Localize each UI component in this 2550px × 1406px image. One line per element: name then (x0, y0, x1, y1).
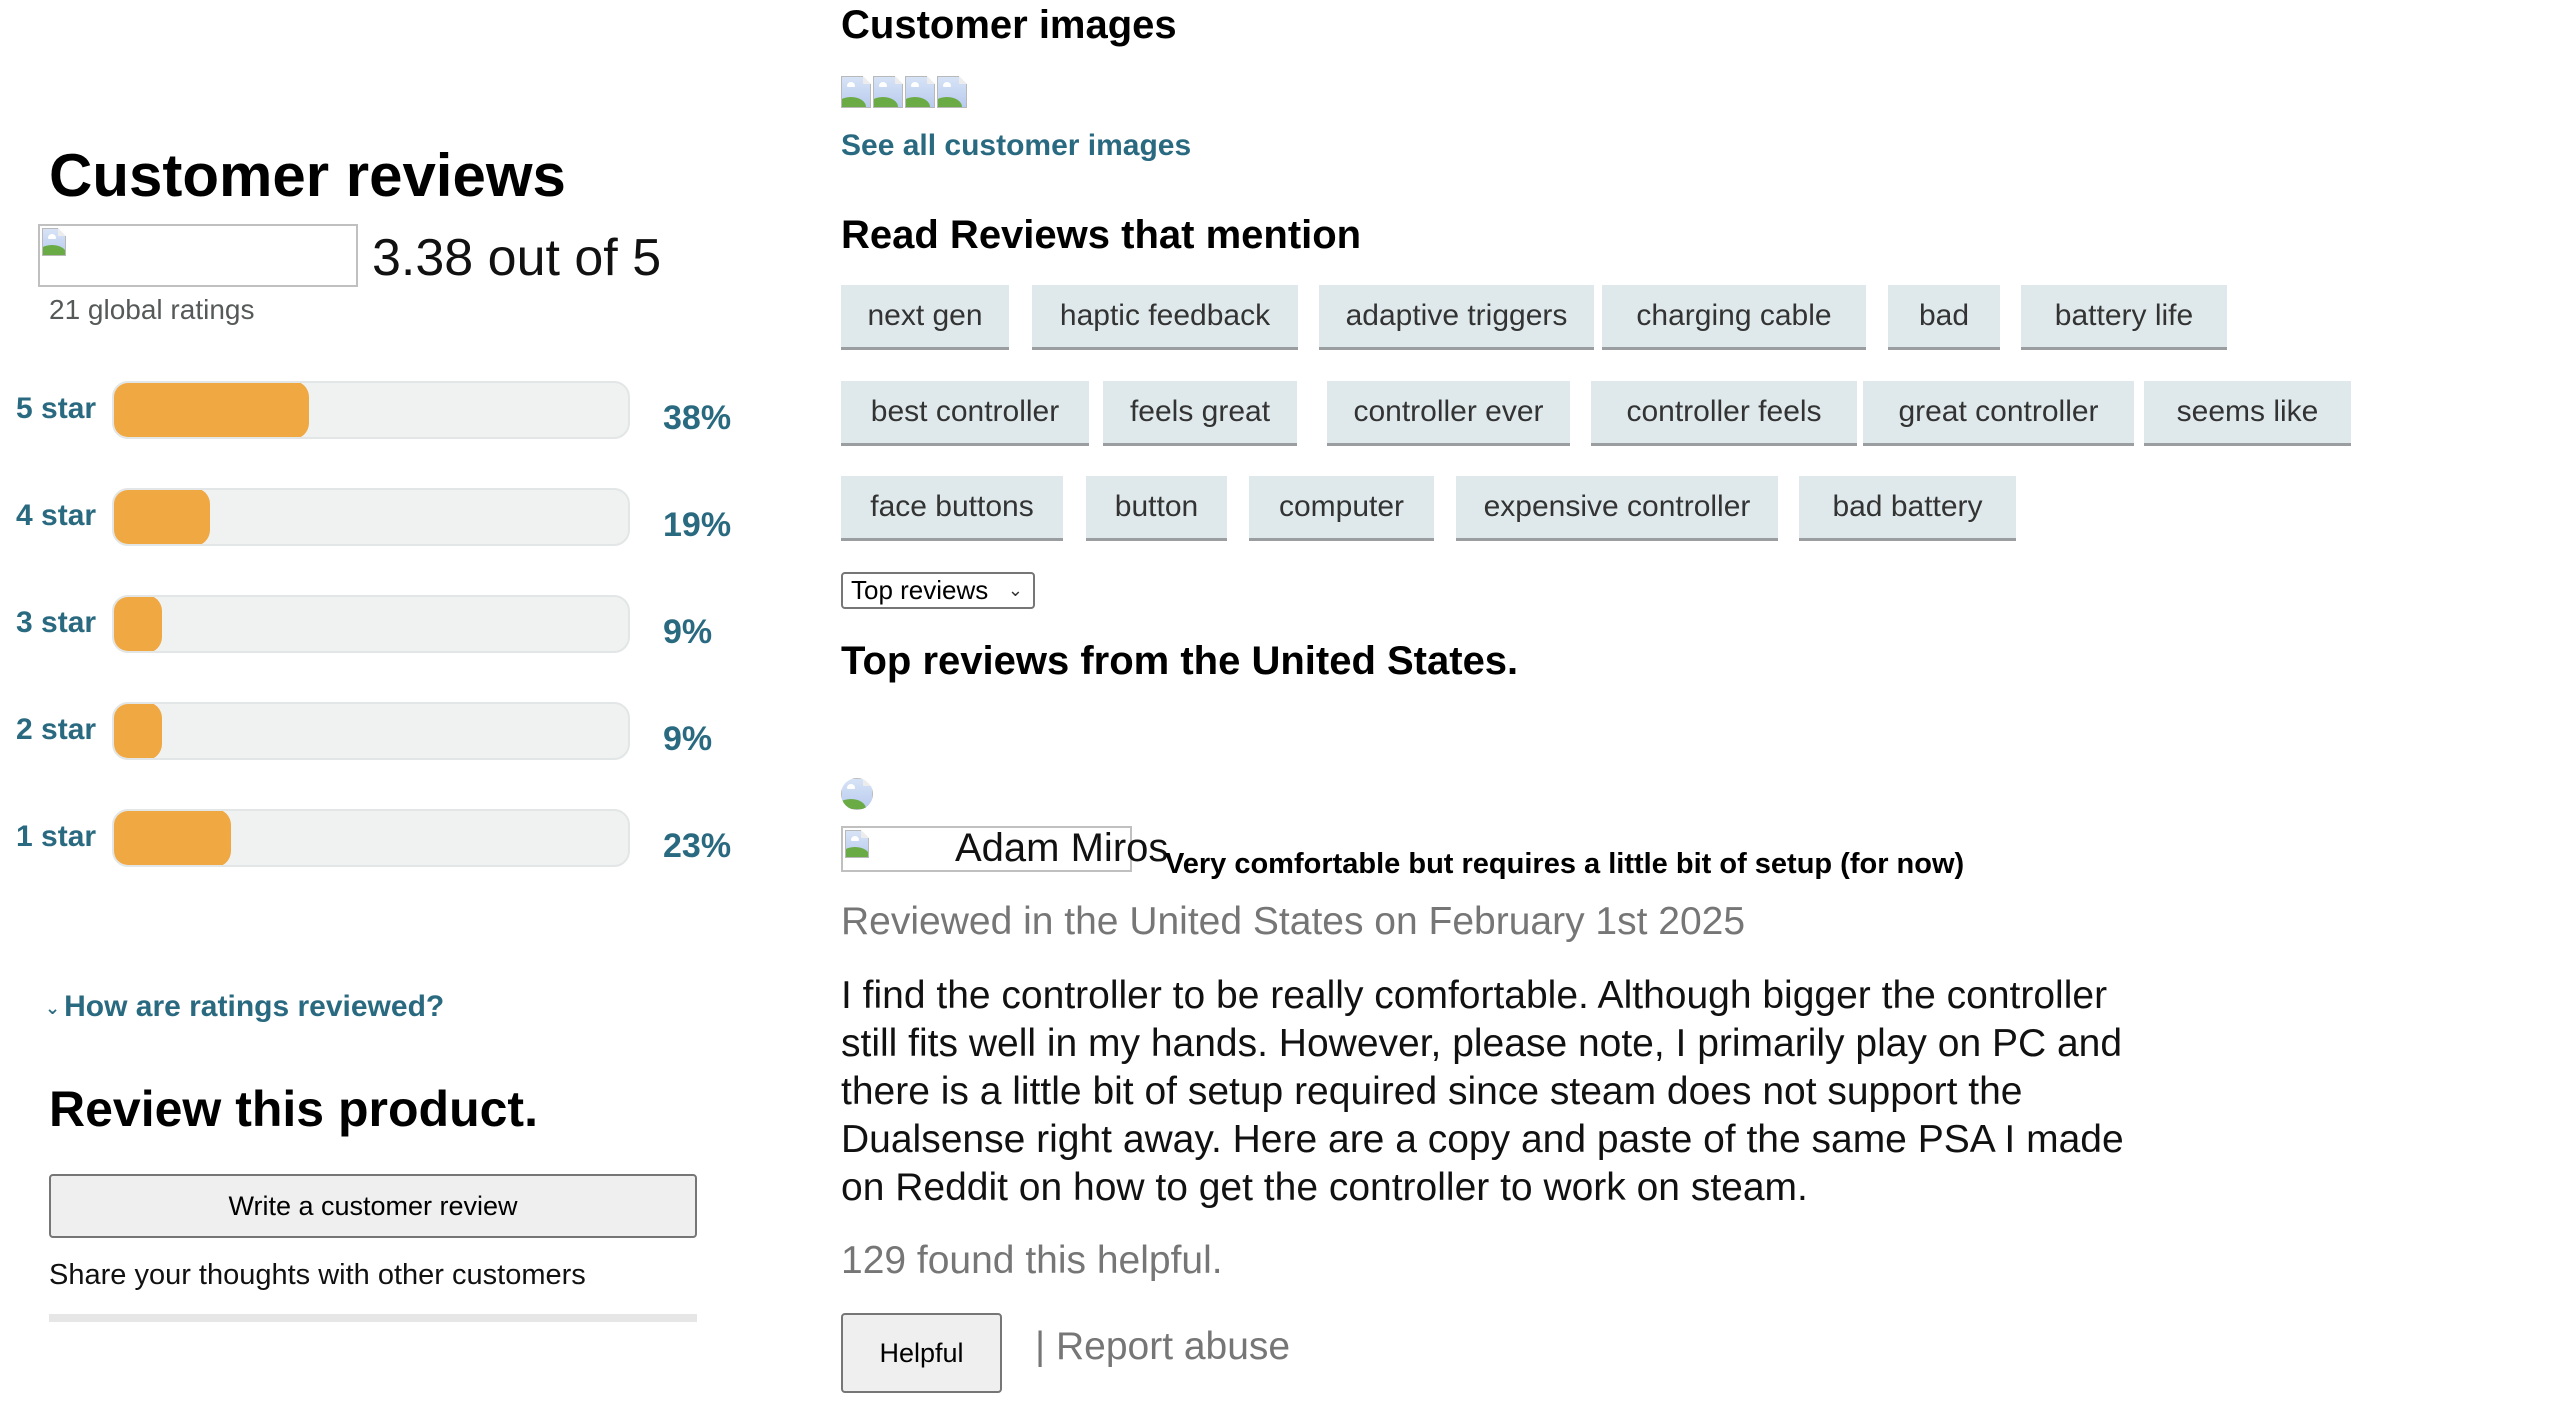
report-abuse-link[interactable]: | Report abuse (1035, 1323, 1290, 1371)
reviewer-name[interactable]: Adam Miros (955, 824, 1168, 872)
mention-tag[interactable]: controller ever (1327, 381, 1570, 446)
review-product-title: Review this product. (49, 1081, 538, 1137)
review-date: Reviewed in the United States on Februar… (841, 900, 1746, 943)
helpful-button[interactable]: Helpful (841, 1313, 1002, 1393)
mention-tag[interactable]: bad battery (1799, 476, 2016, 541)
rating-bar-fill (114, 704, 162, 758)
divider (49, 1314, 697, 1322)
mention-tag[interactable]: computer (1249, 476, 1434, 541)
how-ratings-reviewed-label: How are ratings reviewed? (64, 990, 445, 1023)
customer-image-thumbnail[interactable] (905, 76, 937, 108)
rating-bar-fill (114, 811, 232, 865)
mention-tag[interactable]: controller feels (1591, 381, 1857, 446)
top-reviews-us-title: Top reviews from the United States. (841, 639, 1519, 683)
write-review-button[interactable]: Write a customer review (49, 1174, 697, 1238)
customer-image-thumbnail[interactable] (937, 76, 969, 108)
rating-bar-fill (114, 490, 211, 544)
star-rating-image (38, 224, 358, 287)
review-body: I find the controller to be really comfo… (841, 974, 2124, 1209)
rating-bar-track[interactable] (112, 809, 630, 867)
customer-images-title: Customer images (841, 3, 1177, 47)
broken-image-icon (841, 778, 873, 810)
global-ratings-count: 21 global ratings (49, 294, 255, 325)
reviewer-avatar (841, 778, 873, 810)
mention-tag[interactable]: expensive controller (1456, 476, 1778, 541)
rating-percent[interactable]: 19% (663, 505, 731, 545)
customer-reviews-title: Customer reviews (49, 142, 566, 209)
star-label[interactable]: 2 star (16, 712, 96, 748)
share-thoughts-text: Share your thoughts with other customers (49, 1259, 586, 1291)
mention-tag[interactable]: battery life (2021, 285, 2227, 350)
mention-tag[interactable]: best controller (841, 381, 1089, 446)
mention-tag[interactable]: haptic feedback (1032, 285, 1298, 350)
customer-image-thumbnail[interactable] (841, 76, 873, 108)
broken-image-icon (845, 830, 871, 860)
mention-tag[interactable]: next gen (841, 285, 1009, 350)
sort-selected-value: Top reviews (851, 575, 989, 605)
rating-row[interactable]: 1 star 23% (0, 809, 760, 871)
mention-tag[interactable]: adaptive triggers (1319, 285, 1594, 350)
rating-row[interactable]: 2 star 9% (0, 702, 760, 764)
customer-image-thumbnails (841, 76, 969, 108)
chevron-down-icon: ⌄ (1007, 580, 1023, 600)
rating-row[interactable]: 5 star 38% (0, 381, 760, 443)
star-label[interactable]: 1 star (16, 819, 96, 855)
how-ratings-reviewed-link[interactable]: ⌄ How are ratings reviewed? (45, 989, 444, 1026)
see-all-customer-images-link[interactable]: See all customer images (841, 128, 1191, 164)
rating-bar-track[interactable] (112, 595, 630, 653)
rating-percent[interactable]: 38% (663, 398, 731, 438)
star-label[interactable]: 3 star (16, 605, 96, 641)
customer-image-thumbnail[interactable] (873, 76, 905, 108)
rating-bar-fill (114, 383, 309, 437)
mention-tag[interactable]: bad (1888, 285, 2000, 350)
rating-row[interactable]: 4 star 19% (0, 488, 760, 550)
mention-tag[interactable]: great controller (1863, 381, 2134, 446)
chevron-down-icon: ⌄ (45, 998, 61, 1019)
mention-tag[interactable]: face buttons (841, 476, 1063, 541)
rating-bar-track[interactable] (112, 488, 630, 546)
rating-row[interactable]: 3 star 9% (0, 595, 760, 657)
helpful-count: 129 found this helpful. (841, 1239, 1223, 1282)
mention-tag[interactable]: button (1086, 476, 1227, 541)
rating-percent[interactable]: 9% (663, 719, 712, 759)
star-label[interactable]: 4 star (16, 498, 96, 534)
rating-bar-track[interactable] (112, 702, 630, 760)
star-label[interactable]: 5 star (16, 391, 96, 427)
average-rating: 3.38 out of 5 (372, 229, 662, 287)
mention-tag[interactable]: seems like (2144, 381, 2351, 446)
mention-tag[interactable]: feels great (1103, 381, 1297, 446)
read-reviews-mention-title: Read Reviews that mention (841, 213, 1362, 257)
sort-reviews-select[interactable]: Top reviews ⌄ (841, 572, 1035, 609)
broken-image-icon (42, 228, 68, 258)
rating-percent[interactable]: 23% (663, 826, 731, 866)
rating-bar-track[interactable] (112, 381, 630, 439)
review-title[interactable]: Very comfortable but requires a little b… (1165, 846, 1964, 882)
rating-bar-fill (114, 597, 162, 651)
rating-percent[interactable]: 9% (663, 612, 712, 652)
mention-tag[interactable]: charging cable (1602, 285, 1866, 350)
